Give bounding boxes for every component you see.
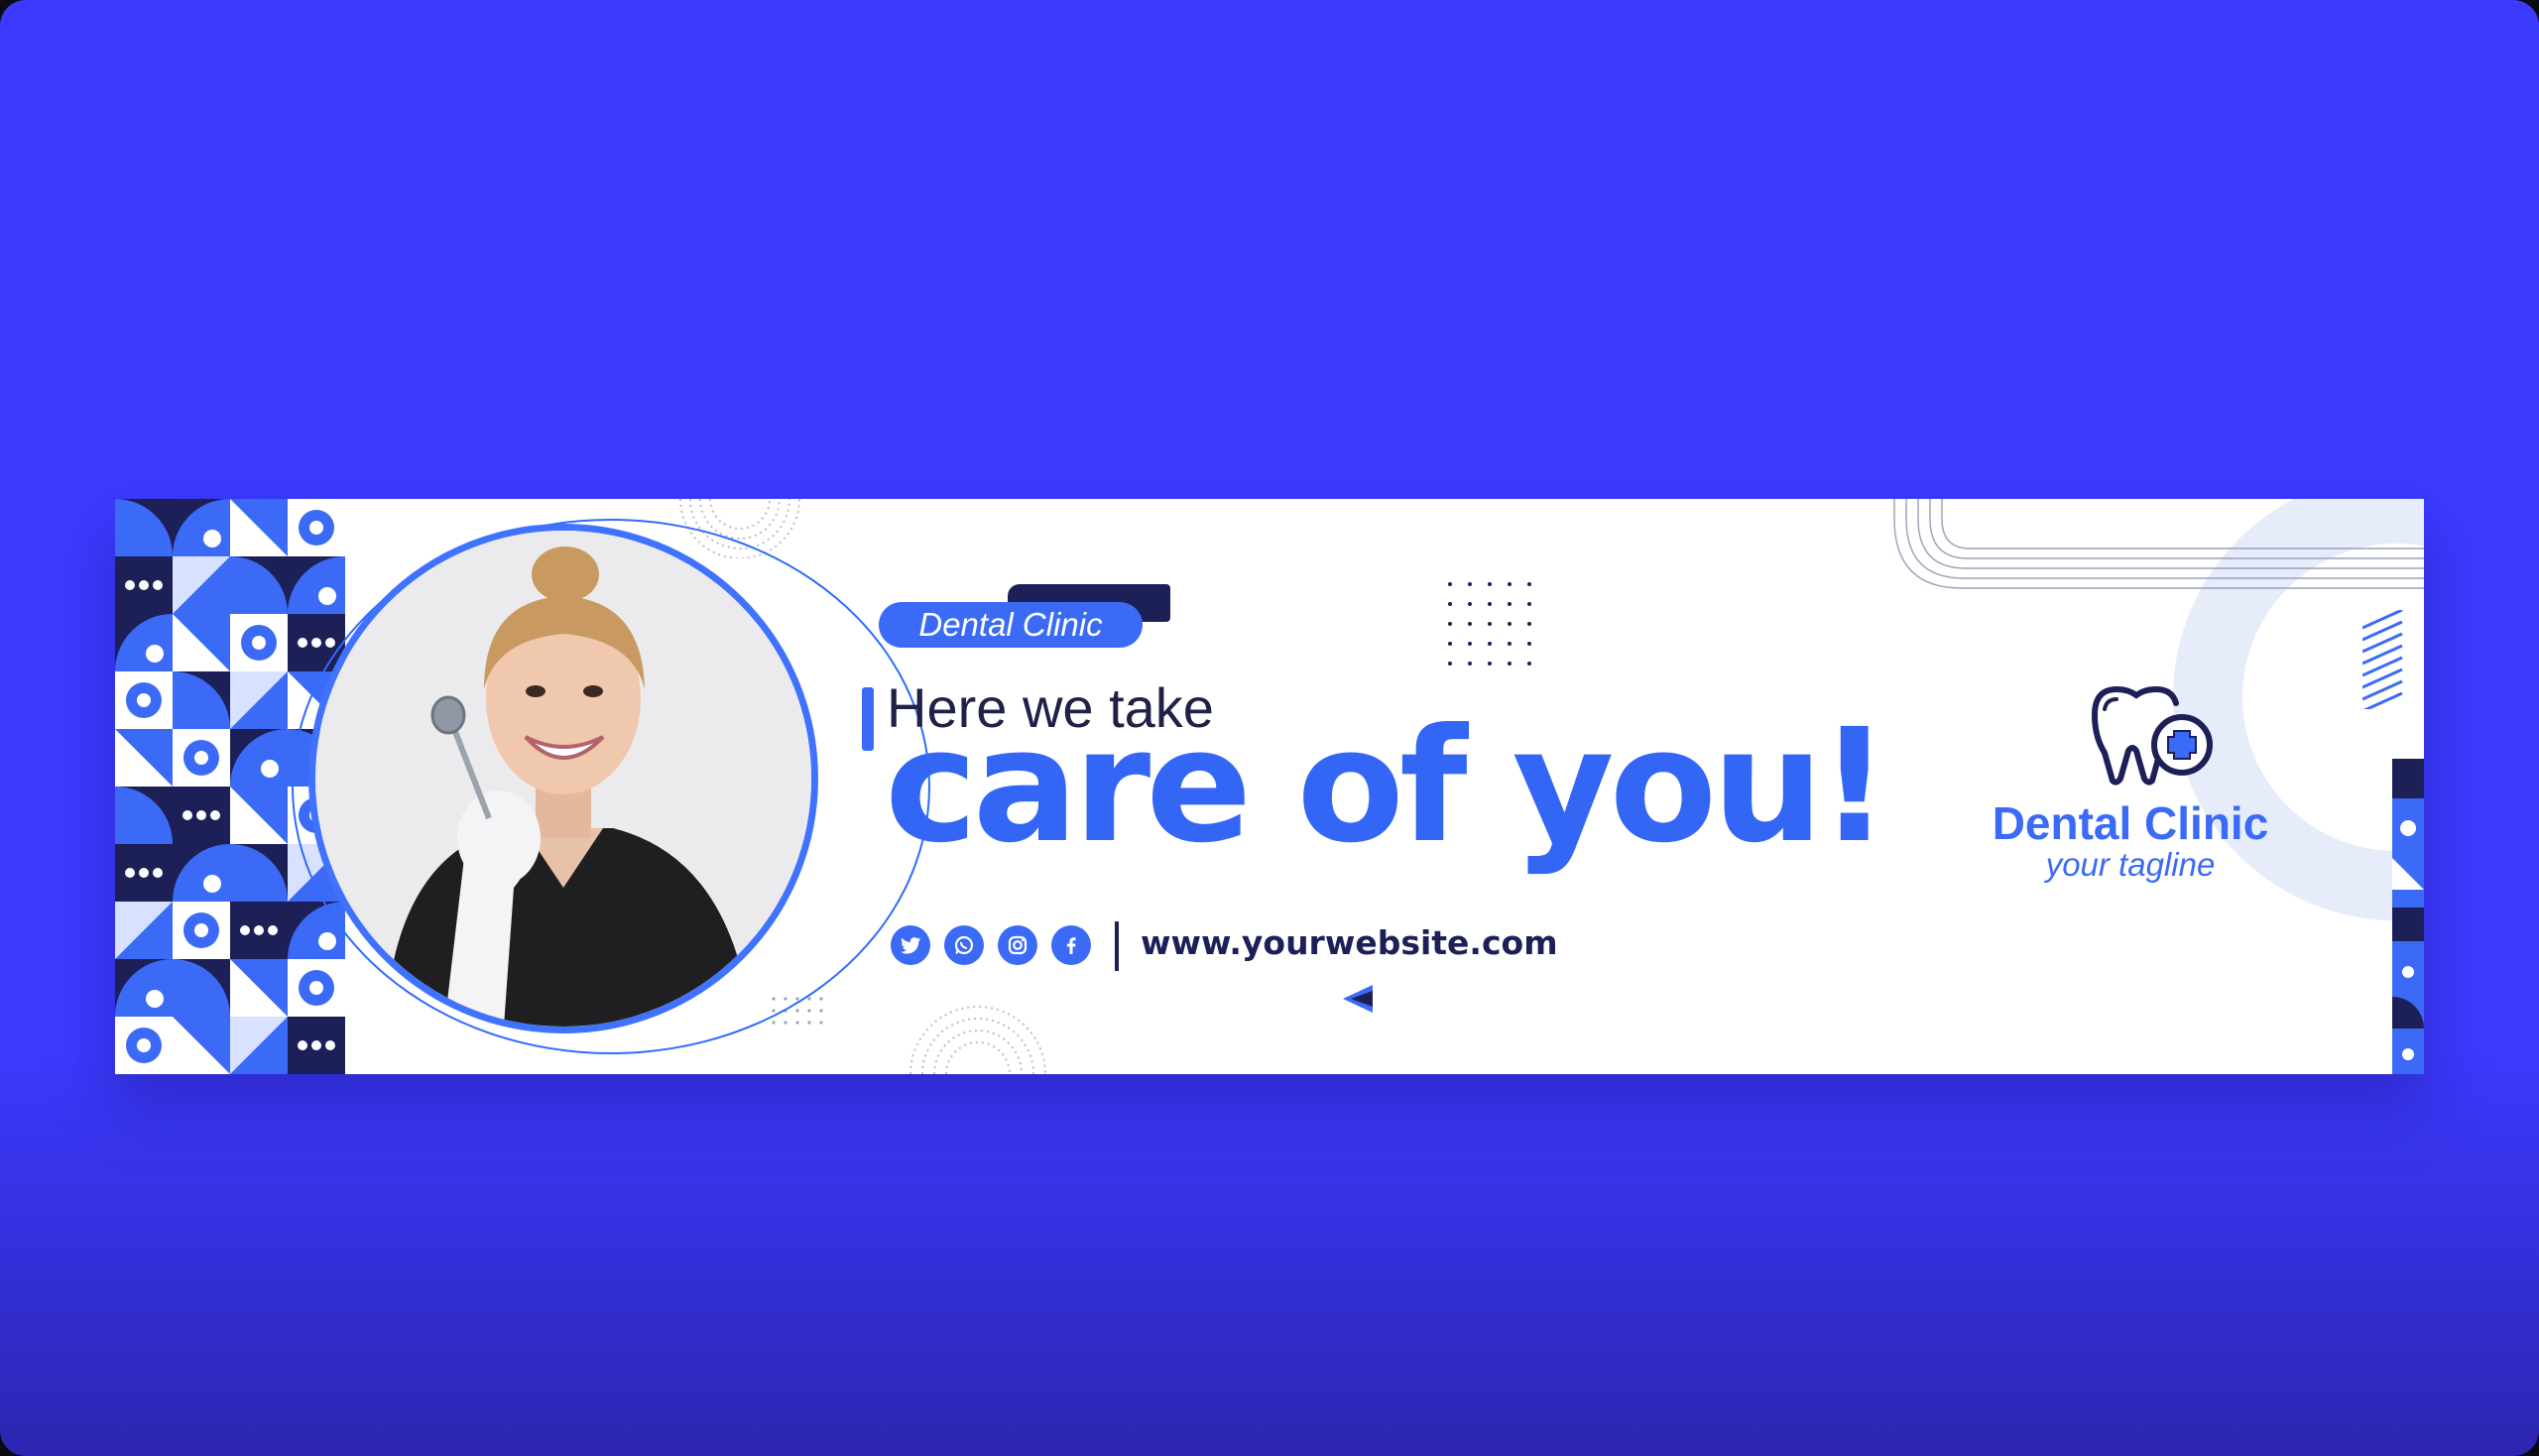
heading-accent-bar <box>862 687 874 751</box>
website-link[interactable]: www.yourwebsite.com <box>1141 923 1558 962</box>
social-icons <box>891 925 1091 965</box>
brand-name: Dental Clinic <box>1992 797 2269 849</box>
geometric-pattern-right <box>2392 759 2424 1074</box>
clinic-badge: Dental Clinic <box>879 602 1143 648</box>
website-divider <box>1115 921 1119 971</box>
line-stack-decoration <box>1893 499 2424 589</box>
twitter-icon[interactable] <box>891 925 930 965</box>
brand-tagline: your tagline <box>2045 846 2216 883</box>
facebook-icon[interactable] <box>1051 925 1091 965</box>
triangle-decoration <box>1343 985 1373 1013</box>
diagonal-stripes-decoration <box>2362 610 2403 709</box>
instagram-icon[interactable] <box>998 925 1037 965</box>
dentist-illustration <box>315 531 811 1027</box>
whatsapp-icon[interactable] <box>944 925 984 965</box>
dentist-photo <box>308 524 818 1033</box>
headline: care of you! <box>885 695 1890 878</box>
canvas-background: Dental Clinic Here we take care of you! … <box>0 0 2539 1456</box>
dotted-arcs-bottom-decoration <box>909 1006 1046 1074</box>
tooth-plus-icon <box>2092 685 2213 786</box>
banner: Dental Clinic Here we take care of you! … <box>115 499 2424 1074</box>
dot-grid-decoration <box>1448 582 1531 666</box>
